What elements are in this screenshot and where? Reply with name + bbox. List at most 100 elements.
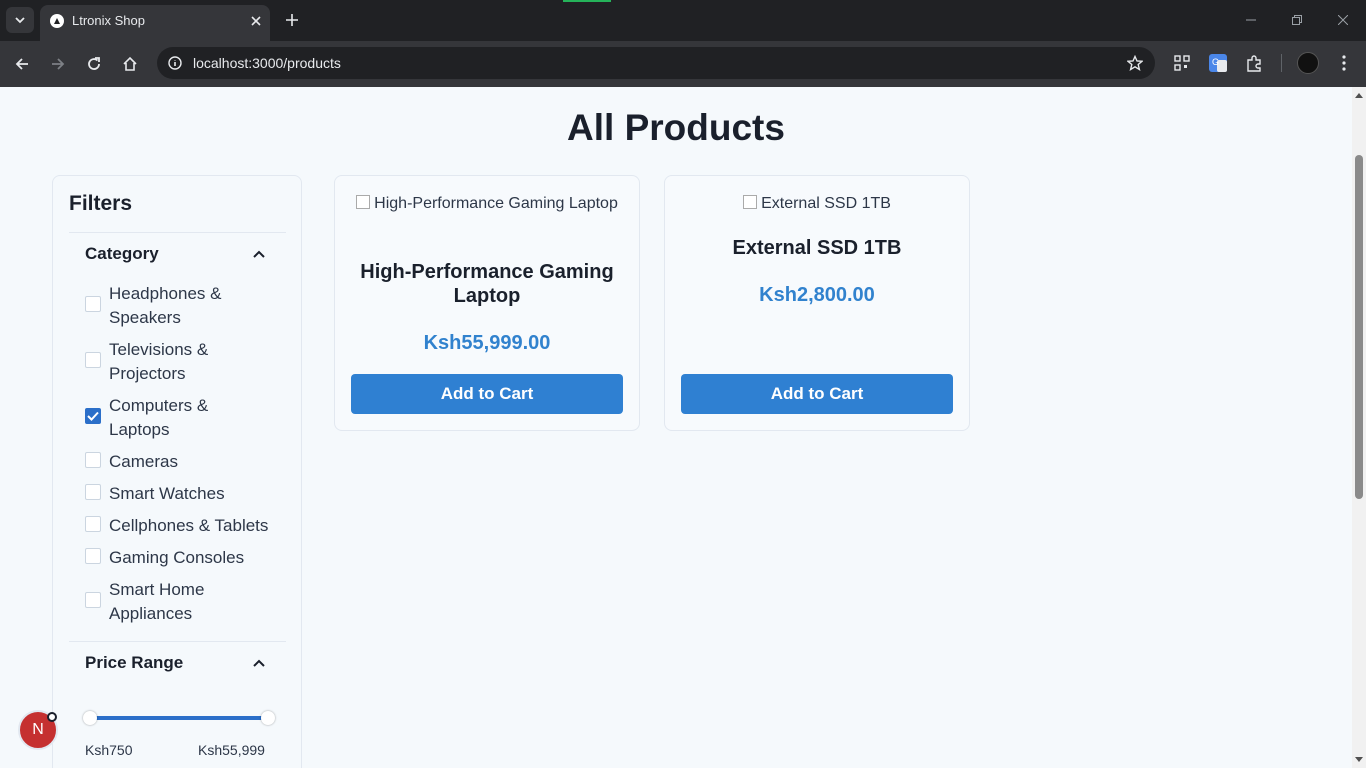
extensions-icon [1247, 55, 1261, 72]
product-name[interactable]: External SSD 1TB [681, 236, 953, 260]
reload-icon [88, 57, 100, 70]
dev-badge-indicator [47, 712, 57, 722]
extensions-button[interactable] [1242, 51, 1266, 75]
product-card: High-Performance Gaming Laptop High-Perf… [334, 175, 640, 431]
product-price: Ksh55,999.00 [423, 332, 551, 354]
category-label: Smart Watches [109, 484, 225, 503]
price-range-collapse-toggle[interactable] [251, 655, 267, 671]
product-name[interactable]: High-Performance Gaming Laptop [351, 260, 623, 308]
restore-icon [1292, 15, 1302, 25]
scroll-down-arrow[interactable] [1355, 755, 1363, 763]
tab-search-button[interactable] [6, 7, 34, 33]
tab-title: Ltronix Shop [72, 13, 145, 28]
close-window-button[interactable] [1328, 6, 1358, 34]
category-collapse-toggle[interactable] [251, 246, 267, 262]
scroll-up-icon [1355, 92, 1363, 98]
page-scrollbar[interactable] [1352, 87, 1366, 768]
slider-range-fill [91, 716, 263, 720]
product-price: Ksh2,800.00 [759, 284, 875, 306]
star-icon [1127, 55, 1143, 71]
category-heading[interactable]: Category [85, 244, 159, 264]
add-to-cart-button[interactable]: Add to Cart [351, 374, 623, 414]
category-checkbox[interactable] [85, 592, 101, 608]
category-label: Gaming Consoles [109, 548, 245, 567]
toolbar-separator [1281, 54, 1282, 72]
browser-toolbar: localhost:3000/products G [0, 41, 1366, 87]
checkmark-icon [87, 411, 99, 421]
scrollbar-thumb[interactable] [1355, 155, 1363, 499]
back-arrow-icon [15, 58, 28, 70]
category-checkbox[interactable] [85, 516, 101, 532]
product-image[interactable]: High-Performance Gaming Laptop [351, 192, 623, 216]
category-label: Cameras [109, 452, 178, 471]
scroll-down-icon [1355, 756, 1363, 762]
chevron-up-icon [253, 250, 265, 258]
translate-button[interactable]: G [1206, 51, 1230, 75]
restore-button[interactable] [1282, 6, 1312, 34]
filters-title: Filters [69, 192, 133, 215]
plus-icon [286, 14, 298, 26]
translate-icon: G [1209, 54, 1227, 72]
page-title: All Products [567, 107, 785, 148]
category-label: Smart Home Appliances [109, 580, 205, 623]
close-icon [251, 16, 261, 26]
category-checkbox[interactable] [85, 548, 101, 564]
forward-arrow-icon [52, 58, 65, 70]
scroll-up-arrow[interactable] [1355, 91, 1363, 99]
close-window-icon [1338, 15, 1348, 25]
home-button[interactable] [115, 49, 145, 79]
price-range-slider[interactable] [83, 711, 275, 725]
browser-tab[interactable]: Ltronix Shop [40, 5, 270, 41]
product-image-alt: High-Performance Gaming Laptop [374, 195, 618, 212]
divider [69, 641, 286, 642]
new-tab-button[interactable] [280, 8, 304, 32]
broken-image-icon [743, 195, 758, 209]
nextjs-badge-letter: N [32, 721, 44, 738]
bookmark-button[interactable] [1125, 53, 1145, 73]
tab-close-button[interactable] [246, 11, 266, 31]
site-info-button[interactable] [165, 53, 185, 73]
divider [69, 232, 286, 233]
site-info-icon [168, 56, 182, 70]
menu-dots-icon [1342, 55, 1346, 71]
category-label: Headphones & Speakers [109, 284, 222, 327]
category-label: Computers & Laptops [109, 396, 209, 439]
address-bar[interactable]: localhost:3000/products [157, 47, 1155, 79]
tab-search-icon [15, 17, 25, 24]
window-accent-mark [563, 0, 611, 2]
category-checkbox[interactable] [85, 452, 101, 468]
category-checkbox[interactable] [85, 352, 101, 368]
reload-button[interactable] [79, 49, 109, 79]
price-max-label: Ksh55,999 [198, 742, 265, 758]
browser-tab-bar: Ltronix Shop [0, 0, 1366, 41]
category-checkbox[interactable] [85, 484, 101, 500]
product-image-alt: External SSD 1TB [761, 195, 891, 212]
price-range-heading[interactable]: Price Range [85, 653, 183, 673]
url-text[interactable]: localhost:3000/products [193, 55, 341, 71]
browser-menu-button[interactable] [1332, 51, 1356, 75]
minimize-icon [1246, 19, 1256, 21]
slider-min-handle[interactable] [83, 711, 97, 725]
home-icon [123, 56, 137, 71]
category-label: Cellphones & Tablets [109, 516, 269, 535]
page-content: All Products Filters Category Headphones… [0, 87, 1352, 768]
slider-max-handle[interactable] [261, 711, 275, 725]
back-button[interactable] [7, 49, 37, 79]
forward-button[interactable] [43, 49, 73, 79]
qr-code-icon [1174, 55, 1190, 71]
category-checkbox-checked[interactable] [85, 408, 101, 424]
qr-code-button[interactable] [1170, 51, 1194, 75]
chevron-up-icon [253, 659, 265, 667]
svg-text:G: G [1212, 57, 1219, 67]
product-card: External SSD 1TB External SSD 1TB Ksh2,8… [664, 175, 970, 431]
category-label: Televisions & Projectors [109, 340, 209, 383]
minimize-button[interactable] [1236, 6, 1266, 34]
add-to-cart-button[interactable]: Add to Cart [681, 374, 953, 414]
product-image[interactable]: External SSD 1TB [681, 192, 953, 216]
category-checkbox[interactable] [85, 296, 101, 312]
site-favicon-icon [50, 14, 64, 28]
broken-image-icon [356, 195, 371, 209]
profile-avatar[interactable] [1297, 52, 1319, 74]
filters-panel: Filters Category Headphones & Speakers T… [52, 175, 302, 768]
price-min-label: Ksh750 [85, 742, 133, 758]
